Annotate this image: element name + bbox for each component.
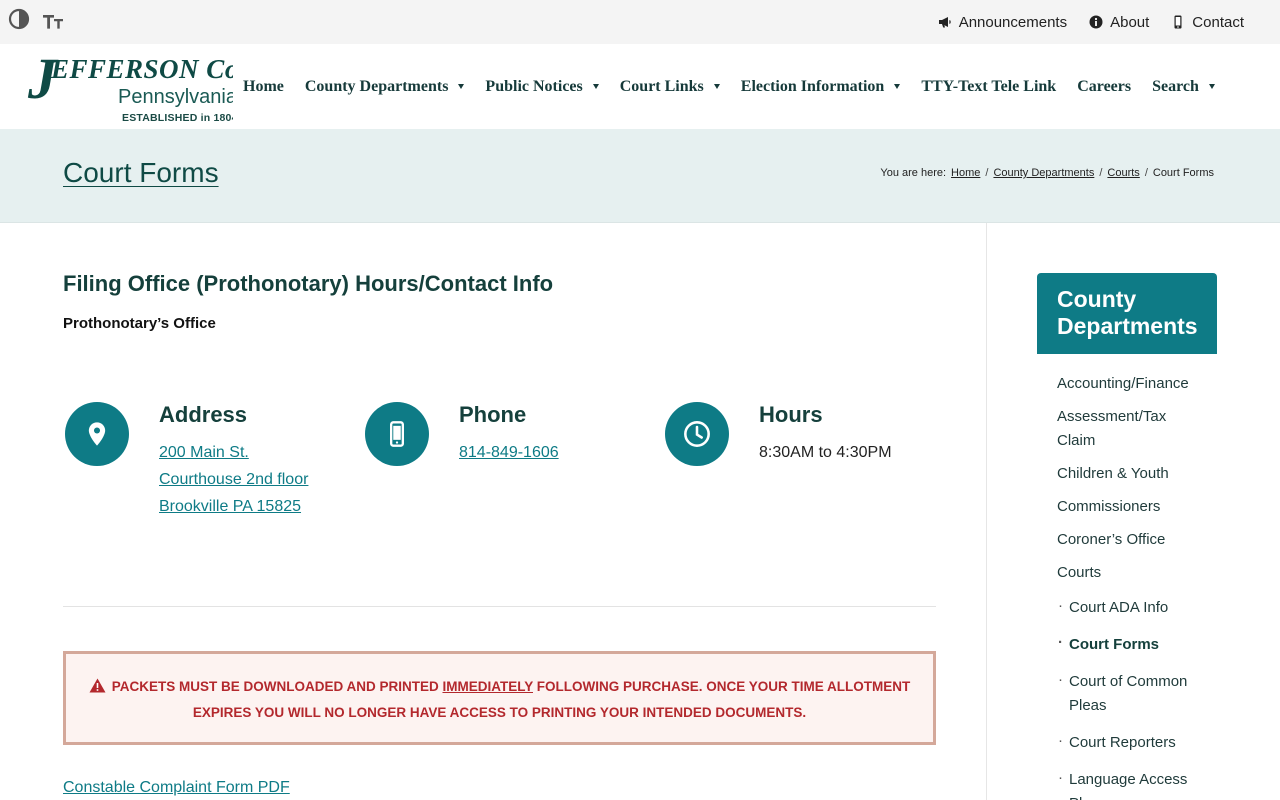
utility-links: Announcements About Contact [938,0,1244,44]
sidebar-subitem-court-of-common-pleas[interactable]: Court of Common Pleas [1058,668,1211,718]
contrast-toggle-icon[interactable] [8,8,30,30]
breadcrumb-separator: / [1099,167,1103,179]
breadcrumb-courts[interactable]: Courts [1107,167,1139,179]
hours-lines: 8:30AM to 4:30PM [759,439,892,466]
address-line-city[interactable]: Brookville PA 15825 [159,493,308,520]
breadcrumb-separator: / [985,167,989,179]
nav-search[interactable]: Search [1152,78,1215,96]
sidebar-item-commissioners[interactable]: Commissioners [1057,495,1207,519]
sidebar-subitem-court-ada-info[interactable]: Court ADA Info [1058,594,1211,620]
phone-title: Phone [459,402,527,427]
contact-label: Contact [1192,13,1244,31]
text-size-icon[interactable] [42,10,64,32]
address-line-street[interactable]: 200 Main St. [159,439,308,466]
nav-careers[interactable]: Careers [1077,78,1131,96]
mobile-phone-icon [365,402,429,466]
utility-bar: Announcements About Contact [0,0,1280,44]
sidebar-subitem-court-reporters[interactable]: Court Reporters [1058,729,1211,755]
caret-down-icon [894,84,901,89]
county-logo[interactable]: JEFFERSON Co Pennsylvania ESTABLISHED in… [26,50,233,126]
sidebar-divider [986,223,987,800]
caret-down-icon [713,84,720,89]
about-label: About [1110,13,1150,31]
sidebar-title: County Departments [1037,273,1217,354]
hours-value: 8:30AM to 4:30PM [759,444,892,461]
clock-icon [665,402,729,466]
location-pin-icon [65,402,129,466]
site-header: JEFFERSON Co Pennsylvania ESTABLISHED in… [0,44,1280,129]
horizontal-divider [63,606,936,607]
caret-down-icon [458,84,465,89]
caret-down-icon [1208,84,1215,89]
megaphone-icon [938,17,951,28]
sidebar-subitem-court-forms[interactable]: Court Forms [1058,631,1211,657]
address-title: Address [159,402,248,427]
hours-title: Hours [759,402,823,427]
sidebar-item-children-youth[interactable]: Children & Youth [1057,462,1207,486]
breadcrumb-county-departments[interactable]: County Departments [993,167,1094,179]
breadcrumb-separator: / [1144,167,1148,179]
phone-number-link[interactable]: 814-849-1606 [459,439,559,466]
section-heading: Filing Office (Prothonotary) Hours/Conta… [63,271,554,296]
logo-established: ESTABLISHED in 1804 [122,112,233,124]
constable-complaint-form-link[interactable]: Constable Complaint Form PDF [63,779,290,797]
breadcrumb-prefix: You are here: [880,167,947,179]
breadcrumb-current: Court Forms [1152,167,1214,179]
sidebar-item-accounting-finance[interactable]: Accounting/Finance [1057,372,1207,396]
page-title[interactable]: Court Forms [63,157,219,189]
sidebar-subitem-language-access-plan[interactable]: Language Access Plan [1058,766,1211,800]
sidebar: County Departments Accounting/Finance As… [1037,273,1217,800]
office-name: Prothonotary’s Office [63,315,216,332]
nav-election-information[interactable]: Election Information [741,78,901,96]
main-nav: Home County Departments Public Notices C… [243,44,1236,129]
breadcrumb-home[interactable]: Home [951,167,980,179]
breadcrumb: You are here: Home / County Departments … [880,167,1214,179]
announcements-label: Announcements [958,13,1068,31]
about-link[interactable]: About [1089,14,1149,31]
logo-state: Pennsylvania [118,86,233,108]
address-lines: 200 Main St. Courthouse 2nd floor Brookv… [159,439,308,520]
main-content: Filing Office (Prothonotary) Hours/Conta… [0,223,986,800]
announcements-link[interactable]: Announcements [938,14,1067,31]
sidebar-item-assessment-tax-claim[interactable]: Assessment/Tax Claim [1057,405,1207,453]
nav-court-links[interactable]: Court Links [620,78,720,96]
sidebar-item-coroners-office[interactable]: Coroner’s Office [1057,528,1207,552]
info-icon [1089,15,1103,29]
warning-icon [89,678,106,693]
address-line-floor[interactable]: Courthouse 2nd floor [159,466,308,493]
nav-county-departments[interactable]: County Departments [305,78,465,96]
sidebar-item-courts[interactable]: Courts [1057,561,1207,585]
page-title-band: Court Forms You are here: Home / County … [0,129,1280,223]
nav-public-notices[interactable]: Public Notices [485,78,599,96]
purchase-alert: PACKETS MUST BE DOWNLOADED AND PRINTED I… [63,651,936,745]
alert-message: PACKETS MUST BE DOWNLOADED AND PRINTED I… [86,674,913,726]
caret-down-icon [592,84,599,89]
contact-link[interactable]: Contact [1171,14,1244,31]
nav-tty-text-tele-link[interactable]: TTY-Text Tele Link [921,78,1056,96]
phone-lines: 814-849-1606 [459,439,559,466]
nav-home[interactable]: Home [243,78,284,96]
phone-icon [1174,15,1182,29]
